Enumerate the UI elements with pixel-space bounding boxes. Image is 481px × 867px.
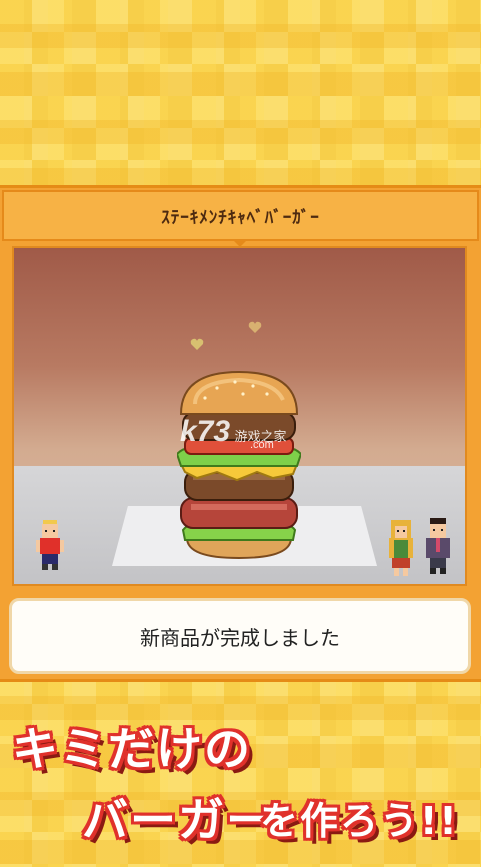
message-text: 新商品が完成しました xyxy=(140,625,340,650)
customer-man-sprite xyxy=(426,518,450,574)
customer-boy-sprite xyxy=(36,520,64,570)
watermark-brand: k73 xyxy=(180,415,231,448)
slogan-line2-part1: バーガー xyxy=(82,793,274,847)
watermark-logo: k73 游戏之家 .com xyxy=(180,415,287,451)
watermark-domain: .com xyxy=(250,439,274,451)
heart-icon xyxy=(248,321,262,333)
customer-girl-sprite xyxy=(389,520,413,576)
product-title-bar: ｽﾃｰｷﾒﾝﾁｷｬﾍﾞﾊﾞｰｶﾞｰ xyxy=(2,190,479,241)
product-name: ｽﾃｰｷﾒﾝﾁｷｬﾍﾞﾊﾞｰｶﾞｰ xyxy=(161,208,320,228)
slogan-line2-part2: を作ろう!! xyxy=(260,799,459,843)
message-box[interactable]: 新商品が完成しました xyxy=(9,598,471,674)
slogan-line1: キミだけの xyxy=(12,722,252,776)
heart-icon xyxy=(190,338,204,350)
burger-illustration xyxy=(177,370,301,560)
